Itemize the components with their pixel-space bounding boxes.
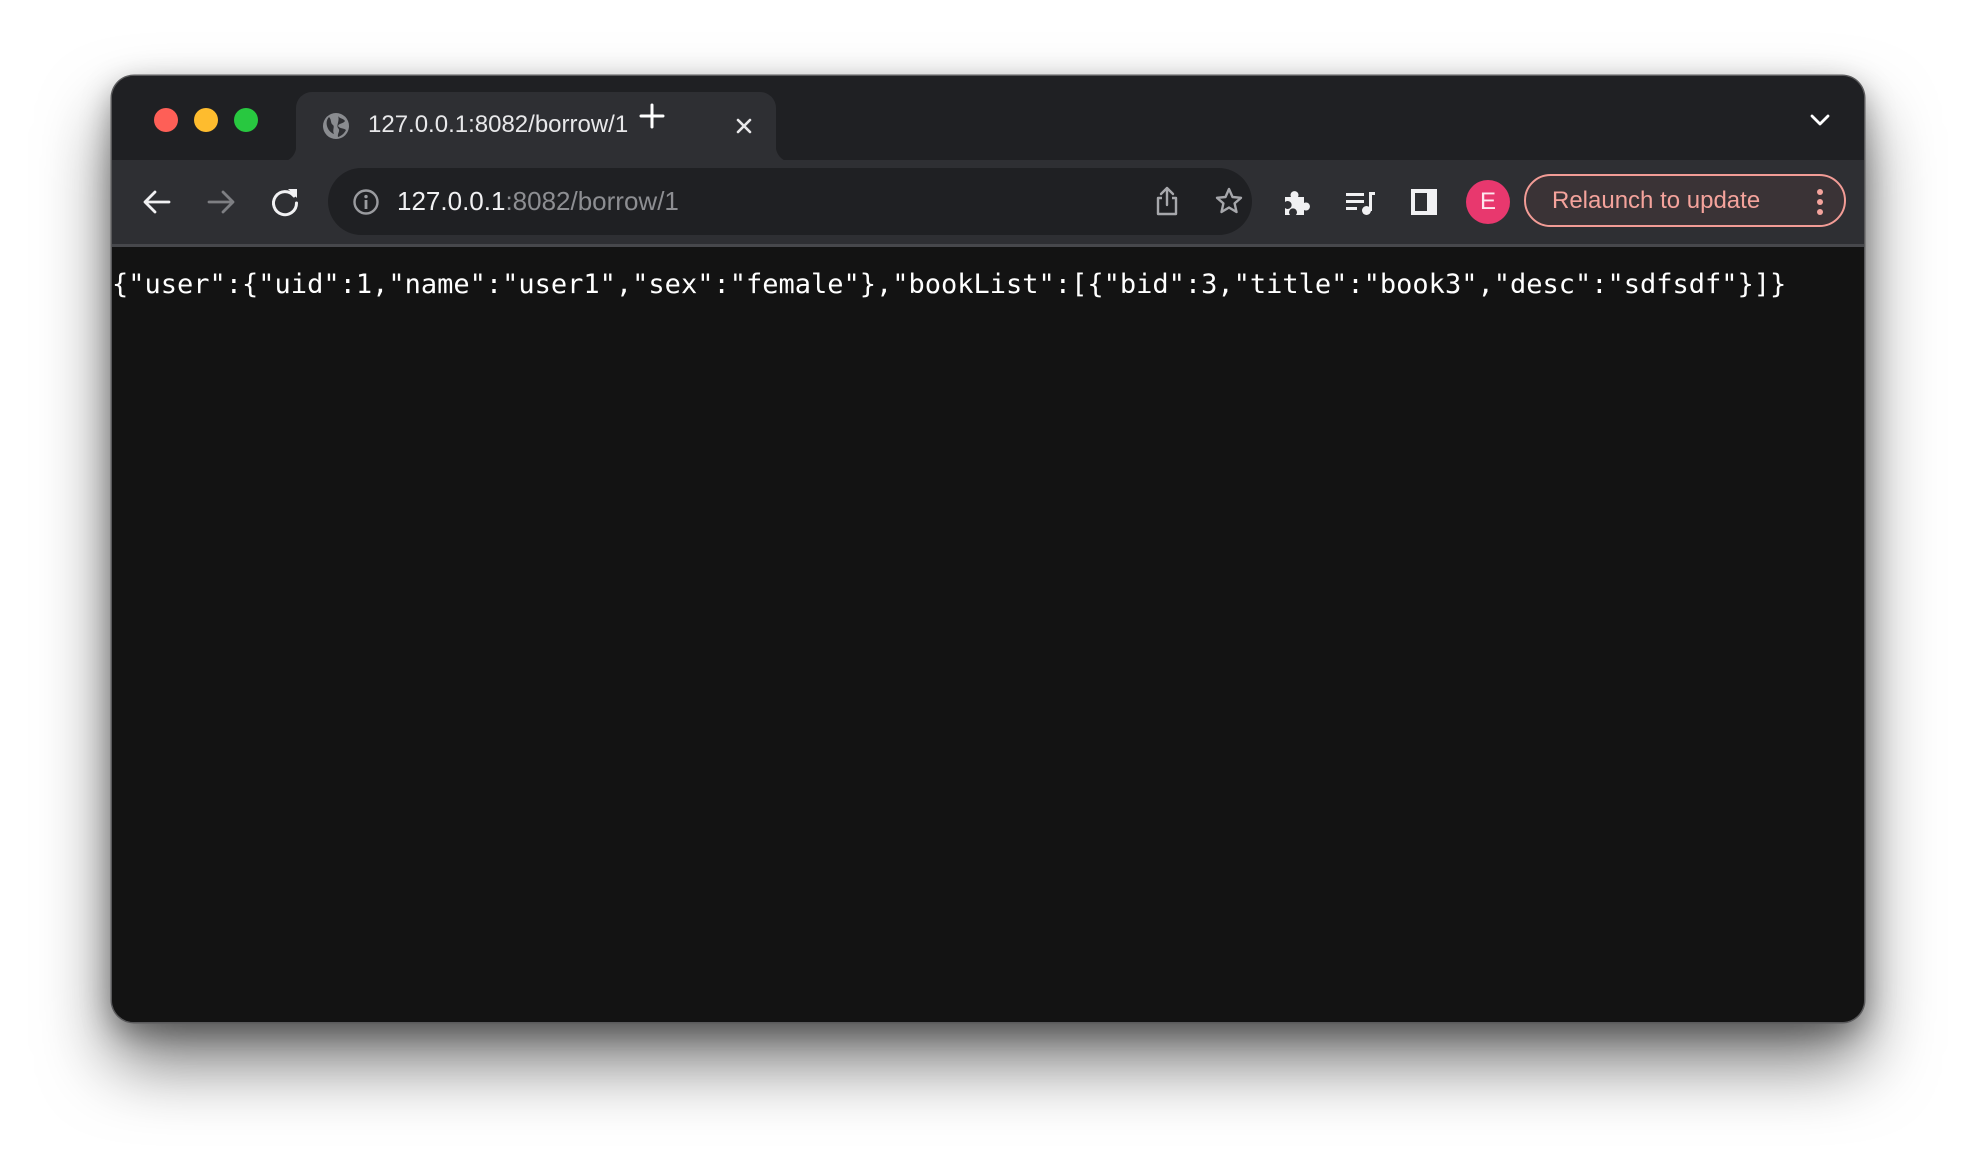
url-host: 127.0.0.1 <box>397 186 506 216</box>
relaunch-to-update-button[interactable]: Relaunch to update <box>1524 174 1846 227</box>
star-icon[interactable] <box>1214 186 1244 216</box>
share-icon[interactable] <box>1152 185 1182 217</box>
tab-active[interactable]: 127.0.0.1:8082/borrow/1 <box>280 92 792 162</box>
close-window-button[interactable] <box>154 108 178 132</box>
arrow-left-icon[interactable] <box>140 185 174 219</box>
arrow-right-icon[interactable] <box>204 185 238 219</box>
chevron-down-icon[interactable] <box>1808 112 1832 128</box>
tab-strip: 127.0.0.1:8082/borrow/1 <box>112 76 1864 162</box>
tab-title: 127.0.0.1:8082/borrow/1 <box>368 111 629 138</box>
close-icon[interactable] <box>732 114 756 138</box>
toolbar: 127.0.0.1:8082/borrow/1 E Relaunch to up… <box>112 160 1864 247</box>
address-bar[interactable]: 127.0.0.1:8082/borrow/1 <box>328 168 1252 235</box>
zoom-window-button[interactable] <box>234 108 258 132</box>
kebab-icon[interactable] <box>1816 188 1824 216</box>
globe-icon <box>323 113 349 139</box>
minimize-window-button[interactable] <box>194 108 218 132</box>
profile-avatar[interactable]: E <box>1466 180 1510 224</box>
json-response-text: {"user":{"uid":1,"name":"user1","sex":"f… <box>112 269 1787 300</box>
relaunch-label: Relaunch to update <box>1552 187 1761 214</box>
page-content: {"user":{"uid":1,"name":"user1","sex":"f… <box>112 247 1864 1022</box>
browser-window: 127.0.0.1:8082/borrow/1 127.0.0.1:8082/b… <box>112 76 1864 1022</box>
url-path: :8082/borrow/1 <box>505 186 679 216</box>
info-icon[interactable] <box>352 188 380 216</box>
reload-icon[interactable] <box>268 185 302 219</box>
media-queue-icon[interactable] <box>1343 185 1377 219</box>
puzzle-icon[interactable] <box>1279 185 1313 219</box>
plus-icon[interactable] <box>638 102 666 130</box>
side-panel-icon[interactable] <box>1407 185 1441 219</box>
url-text[interactable]: 127.0.0.1:8082/borrow/1 <box>397 185 679 217</box>
